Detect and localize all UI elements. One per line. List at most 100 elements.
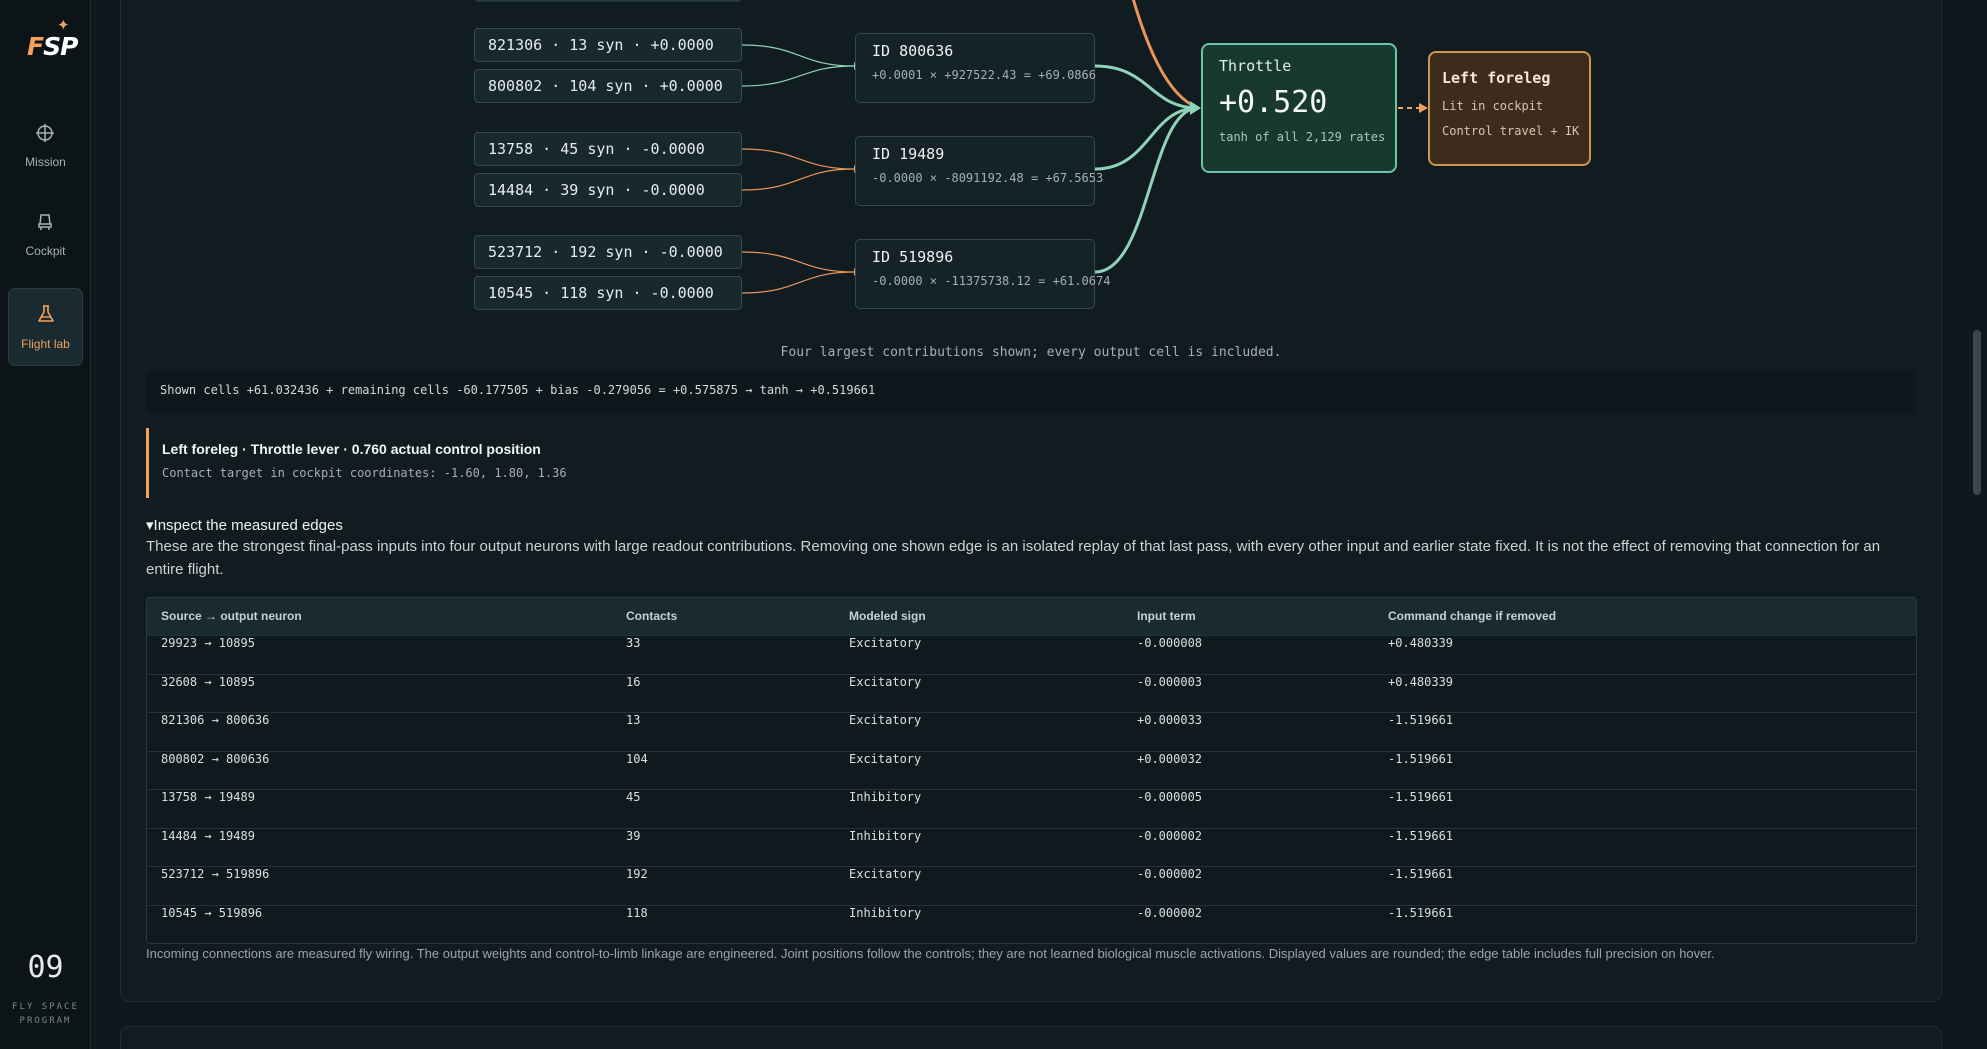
table-row[interactable]: 13758 → 19489 45 Inhibitory -0.000005 -1…: [147, 789, 1916, 828]
cell-contacts: 45: [626, 790, 641, 804]
cell-source: 821306 → 800636: [161, 713, 270, 727]
cell-contacts: 118: [626, 905, 648, 920]
throttle-title: Throttle: [1219, 57, 1292, 75]
inspect-edges-toggle[interactable]: ▾Inspect the measured edges: [146, 516, 343, 534]
cell-command-change: +0.480339: [1388, 674, 1454, 689]
cell-command-change: -1.519661: [1388, 867, 1454, 881]
callout-subtext: Contact target in cockpit coordinates: -…: [162, 466, 567, 480]
computation-formula: Shown cells +61.032436 + remaining cells…: [146, 370, 1916, 414]
source-neuron-14484[interactable]: 14484 · 39 syn · -0.0000: [474, 173, 742, 207]
table-row[interactable]: 800802 → 800636 104 Excitatory +0.000032…: [147, 750, 1916, 790]
cell-sign: Excitatory: [849, 751, 922, 766]
header-input-term: Input term: [1137, 609, 1196, 623]
cell-source: 523712 → 519896: [161, 867, 270, 881]
star-icon: ✦: [57, 16, 70, 34]
source-neuron-800802[interactable]: 800802 · 104 syn · +0.0000: [474, 69, 742, 103]
source-neuron-523712[interactable]: 523712 · 192 syn · -0.0000: [474, 235, 742, 269]
cell-input-term: -0.000005: [1137, 790, 1203, 804]
logo-text: FSP: [27, 32, 78, 61]
table-header: Source → output neuron Contacts Modeled …: [147, 598, 1916, 635]
table-row[interactable]: 523712 → 519896 192 Excitatory -0.000002…: [147, 866, 1916, 905]
left-foreleg-node[interactable]: Left foreleg Lit in cockpit Control trav…: [1428, 51, 1591, 166]
cell-sign: Excitatory: [849, 867, 922, 881]
cell-source: 29923 → 10895: [161, 636, 255, 650]
fsp-logo[interactable]: FSP ✦: [27, 16, 78, 64]
cell-sign: Excitatory: [849, 636, 922, 650]
cell-sign: Excitatory: [849, 674, 922, 689]
sidebar: FSP ✦ Mission Cockpit Flight lab 09 FLY …: [0, 0, 91, 1049]
cell-sign: Inhibitory: [849, 828, 922, 843]
cell-command-change: -1.519661: [1388, 713, 1454, 727]
disclosure-triangle-icon: ▾: [146, 517, 154, 534]
cell-command-change: -1.519661: [1388, 790, 1454, 804]
header-sign: Modeled sign: [849, 609, 926, 623]
cell-input-term: -0.000002: [1137, 905, 1203, 920]
callout-heading: Left foreleg · Throttle lever · 0.760 ac…: [162, 441, 541, 457]
source-neuron-821306[interactable]: 821306 · 13 syn · +0.0000: [474, 28, 742, 62]
edges-table: Source → output neuron Contacts Modeled …: [146, 597, 1917, 944]
limb-line-1: Lit in cockpit: [1442, 99, 1544, 113]
header-contacts: Contacts: [626, 609, 678, 623]
output-neuron-800636[interactable]: ID 800636 +0.0001 × +927522.43 = +69.086…: [855, 33, 1096, 103]
crosshair-icon: [36, 124, 54, 142]
cell-contacts: 16: [626, 674, 641, 689]
cell-contacts: 33: [626, 636, 641, 650]
throttle-value: +0.520: [1219, 85, 1328, 120]
graph-caption: Four largest contributions shown; every …: [780, 345, 1282, 360]
source-neuron-10545[interactable]: 10545 · 118 syn · -0.0000: [474, 276, 742, 310]
nav-flight-lab[interactable]: Flight lab: [8, 288, 83, 366]
header-source: Source → output neuron: [161, 609, 302, 623]
summary-label: Inspect the measured edges: [153, 517, 343, 534]
table-row[interactable]: 10545 → 519896 118 Inhibitory -0.000002 …: [147, 904, 1916, 944]
limb-title: Left foreleg: [1442, 69, 1551, 87]
program-name: FLY SPACE PROGRAM: [12, 1002, 79, 1026]
cell-command-change: -1.519661: [1388, 905, 1454, 920]
header-command-change: Command change if removed: [1388, 609, 1557, 623]
page-scrollbar[interactable]: [1973, 330, 1981, 495]
nav-cockpit[interactable]: Cockpit: [8, 194, 83, 272]
edges-description: These are the strongest final-pass input…: [146, 538, 1881, 578]
cell-sign: Inhibitory: [849, 790, 922, 804]
cell-input-term: +0.000033: [1137, 713, 1203, 727]
output-neuron-19489[interactable]: ID 19489 -0.0000 × -8091192.48 = +67.565…: [855, 136, 1104, 206]
table-row[interactable]: 32608 → 10895 16 Excitatory -0.000003 +0…: [147, 673, 1916, 713]
flask-icon: [38, 305, 54, 322]
cell-source: 10545 → 519896: [161, 905, 263, 920]
source-neuron-13758[interactable]: 13758 · 45 syn · -0.0000: [474, 132, 742, 166]
neuron-formula: -0.0000 × -8091192.48 = +67.5653: [872, 171, 1104, 185]
throttle-subtitle: tanh of all 2,129 rates: [1219, 130, 1386, 144]
cell-contacts: 192: [626, 867, 648, 881]
cell-input-term: -0.000002: [1137, 828, 1203, 843]
table-row[interactable]: 821306 → 800636 13 Excitatory +0.000033 …: [147, 712, 1916, 751]
next-panel: [120, 1026, 1942, 1049]
neuron-title: ID 519896: [872, 248, 954, 266]
nav-mission-label: Mission: [25, 155, 66, 169]
cell-contacts: 39: [626, 828, 641, 843]
table-row[interactable]: 14484 → 19489 39 Inhibitory -0.000002 -1…: [147, 827, 1916, 867]
nav-mission[interactable]: Mission: [8, 105, 83, 183]
cell-source: 800802 → 800636: [161, 751, 270, 766]
cell-contacts: 13: [626, 713, 641, 727]
cell-input-term: -0.000003: [1137, 674, 1203, 689]
neuron-title: ID 800636: [872, 42, 954, 60]
cell-source: 14484 → 19489: [161, 828, 255, 843]
table-row[interactable]: 29923 → 10895 33 Excitatory -0.000008 +0…: [147, 635, 1916, 674]
cell-input-term: -0.000008: [1137, 636, 1203, 650]
cell-sign: Excitatory: [849, 713, 922, 727]
cell-source: 32608 → 10895: [161, 674, 255, 689]
cell-sign: Inhibitory: [849, 905, 922, 920]
neuron-formula: -0.0000 × -11375738.12 = +61.0674: [872, 274, 1111, 288]
nav-cockpit-label: Cockpit: [25, 244, 66, 258]
methodology-footnote: Incoming connections are measured fly wi…: [146, 946, 1715, 961]
cell-input-term: -0.000002: [1137, 867, 1203, 881]
cell-command-change: -1.519661: [1388, 751, 1454, 766]
nav-flight-lab-label: Flight lab: [21, 337, 70, 351]
neuron-formula: +0.0001 × +927522.43 = +69.0866: [872, 68, 1096, 82]
limb-callout: Left foreleg · Throttle lever · 0.760 ac…: [146, 428, 746, 498]
seat-icon: [38, 214, 52, 230]
cell-source: 13758 → 19489: [161, 790, 255, 804]
output-neuron-519896[interactable]: ID 519896 -0.0000 × -11375738.12 = +61.0…: [855, 239, 1111, 309]
version-number: 09: [27, 950, 64, 985]
throttle-node[interactable]: Throttle +0.520 tanh of all 2,129 rates: [1201, 43, 1397, 173]
limb-line-2: Control travel + IK: [1442, 124, 1580, 138]
